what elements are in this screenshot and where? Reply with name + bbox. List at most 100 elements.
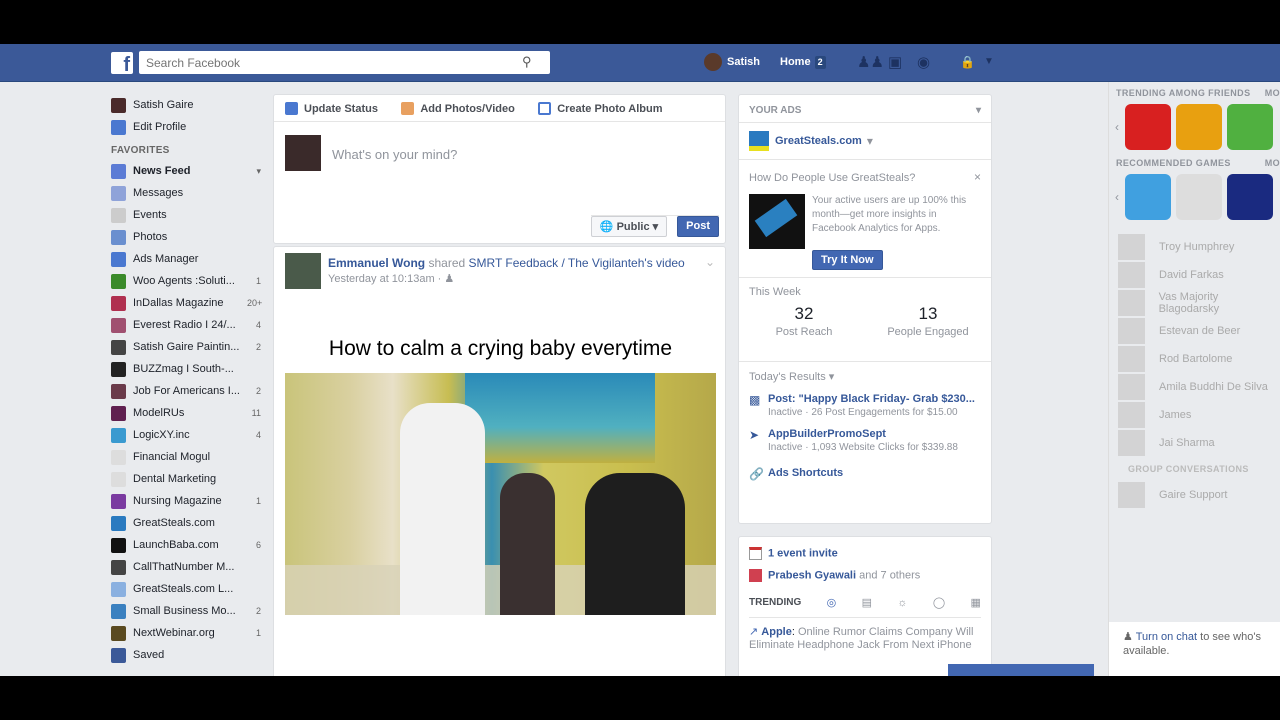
- sidebar-item[interactable]: Nursing Magazine 1: [111, 490, 261, 512]
- sidebar-item-label: Satish Gaire Paintin...: [133, 341, 240, 353]
- chat-friend[interactable]: Vas Majority Blagodarsky: [1109, 290, 1280, 316]
- sidebar-item[interactable]: NextWebinar.org 1: [111, 622, 261, 644]
- birthday-others[interactable]: and 7 others: [859, 569, 920, 581]
- page-chevron-down-icon[interactable]: ▾: [867, 134, 873, 148]
- sidebar-item-count: 2: [255, 342, 261, 352]
- sidebar-item[interactable]: LaunchBaba.com 6: [111, 534, 261, 556]
- group-conversation[interactable]: Gaire Support: [1109, 482, 1280, 508]
- chat-friend[interactable]: David Farkas: [1109, 262, 1280, 288]
- sidebar-item[interactable]: LogicXY.inc 4: [111, 424, 261, 446]
- friend-name: Troy Humphrey: [1159, 241, 1235, 253]
- sidebar-item-label: Satish Gaire: [133, 99, 194, 111]
- trending-entertainment-icon[interactable]: ▦: [971, 596, 981, 609]
- chat-friend[interactable]: James: [1109, 402, 1280, 428]
- event-invite-link[interactable]: 1 event invite: [749, 547, 981, 560]
- audience-selector[interactable]: 🌐 Public ▾: [590, 216, 668, 237]
- friend-name: Jai Sharma: [1159, 437, 1215, 449]
- post-source-link[interactable]: SMRT Feedback / The Vigilanteh's: [469, 256, 653, 270]
- sidebar-item[interactable]: Everest Radio I 24/... 4: [111, 314, 261, 336]
- post-timestamp[interactable]: Yesterday at 10:13am: [328, 273, 435, 285]
- post-options-chevron-down-icon[interactable]: ⌄: [705, 255, 715, 269]
- profile-link[interactable]: Satish: [704, 44, 760, 82]
- trending-sports-icon[interactable]: ◯: [933, 596, 945, 609]
- sidebar-edit-profile[interactable]: Edit Profile: [111, 116, 261, 138]
- search-icon[interactable]: ⚲: [522, 54, 532, 70]
- game-icon[interactable]: [1227, 174, 1273, 220]
- chat-friend[interactable]: Amila Buddhi De Silva: [1109, 374, 1280, 400]
- search-input[interactable]: [139, 51, 550, 74]
- sidebar-profile[interactable]: Satish Gaire: [111, 94, 261, 116]
- page-icon: [111, 207, 126, 223]
- notifications-globe-icon[interactable]: ◉: [917, 53, 930, 71]
- sidebar-item[interactable]: ModelRUs 11: [111, 402, 261, 424]
- sidebar-item[interactable]: Saved: [111, 644, 261, 666]
- more-link[interactable]: MO: [1265, 88, 1280, 98]
- chat-friend[interactable]: Jai Sharma: [1109, 430, 1280, 456]
- birthday-name-link[interactable]: Prabesh Gyawali: [768, 569, 856, 581]
- sidebar-item[interactable]: Ads Manager: [111, 248, 261, 270]
- status-input[interactable]: What's on your mind?: [332, 147, 457, 162]
- trending-politics-icon[interactable]: ▤: [862, 596, 872, 609]
- page-icon: [111, 273, 126, 289]
- ads-shortcuts-link[interactable]: 🔗 Ads Shortcuts: [749, 467, 981, 481]
- post-source-suffix[interactable]: video: [656, 256, 685, 270]
- ad-result-item[interactable]: ➤ AppBuilderPromoSept Inactive · 1,093 Web…: [749, 428, 981, 453]
- sidebar-item[interactable]: GreatSteals.com L...: [111, 578, 261, 600]
- sidebar-item[interactable]: BUZZmag I South-...: [111, 358, 261, 380]
- more-link[interactable]: MO: [1265, 158, 1280, 168]
- previous-chevron-left-icon[interactable]: ‹: [1115, 120, 1119, 134]
- tab-update-status[interactable]: Update Status: [285, 102, 378, 115]
- sidebar-item[interactable]: InDallas Magazine 20+: [111, 292, 262, 314]
- previous-chevron-left-icon[interactable]: ‹: [1115, 190, 1119, 204]
- game-icon[interactable]: [1176, 104, 1222, 150]
- ads-page-link[interactable]: GreatSteals.com: [775, 135, 862, 147]
- sidebar-item[interactable]: Dental Marketing: [111, 468, 261, 490]
- game-icon[interactable]: [1125, 174, 1171, 220]
- sidebar-item[interactable]: GreatSteals.com: [111, 512, 261, 534]
- sidebar-item-label: Small Business Mo...: [133, 605, 236, 617]
- privacy-lock-icon[interactable]: 🔒: [960, 55, 975, 69]
- sidebar-item[interactable]: Small Business Mo... 2: [111, 600, 261, 622]
- sidebar-item[interactable]: News Feed ▾: [111, 160, 261, 182]
- game-icon[interactable]: [1176, 174, 1222, 220]
- chat-friend[interactable]: Rod Bartolome: [1109, 346, 1280, 372]
- sidebar-item[interactable]: Woo Agents :Soluti... 1: [111, 270, 261, 292]
- account-menu-chevron-down-icon[interactable]: ▼: [984, 56, 994, 67]
- post-button[interactable]: Post: [677, 216, 719, 237]
- author-avatar[interactable]: [285, 253, 321, 289]
- chat-friend[interactable]: Troy Humphrey: [1109, 234, 1280, 260]
- sidebar-item[interactable]: CallThatNumber M...: [111, 556, 261, 578]
- home-link[interactable]: Home 2: [780, 44, 826, 82]
- trending-top-icon[interactable]: ◎: [827, 596, 837, 609]
- turn-on-chat-link[interactable]: Turn on chat: [1136, 631, 1197, 643]
- page-icon: [111, 229, 126, 245]
- friend-requests-icon[interactable]: ♟♟: [857, 53, 884, 71]
- sidebar-item[interactable]: Job For Americans I... 2: [111, 380, 261, 402]
- sidebar-item[interactable]: Satish Gaire Paintin... 2: [111, 336, 261, 358]
- tab-add-photos[interactable]: Add Photos/Video: [401, 102, 515, 115]
- facebook-logo-icon[interactable]: f: [111, 52, 133, 74]
- ad-result-item[interactable]: ▩ Post: "Happy Black Friday- Grab $230...…: [749, 393, 981, 418]
- sidebar-item[interactable]: Messages: [111, 182, 261, 204]
- sidebar-item[interactable]: Financial Mogul: [111, 446, 261, 468]
- close-icon[interactable]: ×: [974, 170, 981, 184]
- trending-item[interactable]: ↗ Apple: Online Rumor Claims Company Wil…: [749, 618, 981, 652]
- chat-friend[interactable]: Estevan de Beer: [1109, 318, 1280, 344]
- tab-create-album[interactable]: Create Photo Album: [538, 102, 663, 115]
- avatar: [285, 135, 321, 171]
- left-sidebar: Satish Gaire Edit Profile FAVORITES News…: [111, 94, 262, 666]
- sidebar-item-label: Messages: [133, 187, 184, 199]
- chat-tab[interactable]: [948, 664, 1094, 676]
- ads-menu-chevron-down-icon[interactable]: ▾: [976, 105, 981, 116]
- video-player[interactable]: [285, 373, 716, 615]
- sidebar-item[interactable]: Photos: [111, 226, 261, 248]
- post-author-link[interactable]: Emmanuel Wong: [328, 256, 425, 270]
- sidebar-item[interactable]: Events: [111, 204, 261, 226]
- results-chevron-down-icon[interactable]: ▾: [829, 371, 835, 383]
- try-it-now-button[interactable]: Try It Now: [812, 250, 883, 270]
- game-icon[interactable]: [1227, 104, 1273, 150]
- messages-icon[interactable]: ▣: [888, 53, 902, 71]
- game-icon[interactable]: [1125, 104, 1171, 150]
- trending-science-icon[interactable]: ☼: [897, 597, 907, 609]
- friend-name: Rod Bartolome: [1159, 353, 1233, 365]
